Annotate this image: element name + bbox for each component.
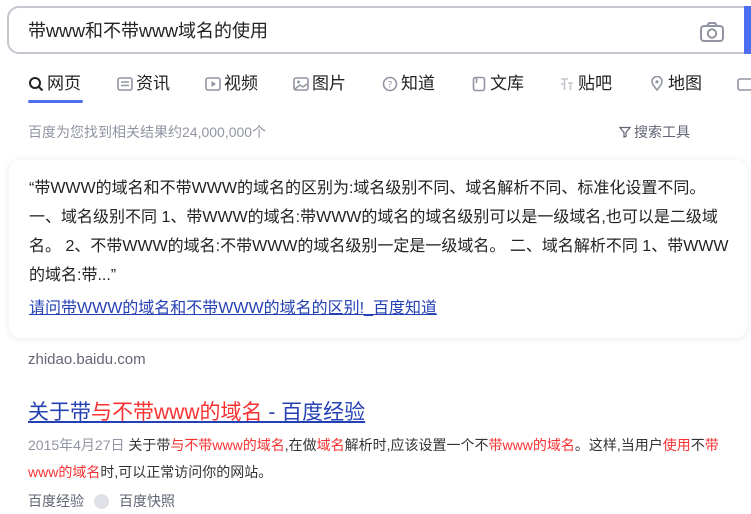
search-box[interactable]: 带www和不带www域名的使用 bbox=[7, 6, 751, 54]
result-date: 2015年4月27日 bbox=[28, 437, 125, 453]
result-abstract: 2015年4月27日 关于带与不带www的域名,在做域名解析时,应该设置一个不带… bbox=[28, 432, 748, 486]
image-icon bbox=[293, 77, 309, 91]
tab-zhidao[interactable]: ? 知道 bbox=[382, 70, 435, 98]
abstract-text: 解析时,应该设置一个不 bbox=[344, 437, 489, 453]
search-tools-button[interactable]: 搜索工具 bbox=[619, 122, 690, 142]
news-icon bbox=[117, 77, 133, 91]
abstract-highlight: 与不带www的域名 bbox=[170, 437, 285, 453]
verified-icon bbox=[94, 493, 109, 509]
tab-news[interactable]: 资讯 bbox=[117, 70, 170, 98]
tab-label: 知道 bbox=[401, 74, 435, 93]
result-source-row: 百度经验 百度快照 bbox=[28, 491, 175, 511]
abstract-text: 不 bbox=[690, 437, 705, 453]
answer-snippet: “带WWW的域名和不带WWW的域名的区别为:域名级别不同、域名解析不同、标准化设… bbox=[29, 180, 729, 284]
abstract-highlight: 域名 bbox=[316, 437, 345, 453]
result-count: 百度为您找到相关结果约24,000,000个 bbox=[28, 124, 267, 140]
search-input[interactable]: 带www和不带www域名的使用 bbox=[28, 19, 268, 43]
tab-map[interactable]: 地图 bbox=[649, 70, 702, 98]
tab-images[interactable]: 图片 bbox=[293, 70, 346, 98]
tab-label: 网页 bbox=[47, 74, 81, 93]
more-icon bbox=[737, 78, 751, 91]
abstract-text: 时,可以正常访问你的网站。 bbox=[100, 464, 273, 480]
tab-label: 文库 bbox=[490, 74, 524, 93]
tab-tieba[interactable]: 贴吧 bbox=[559, 70, 612, 98]
abstract-text: ,在做 bbox=[284, 437, 317, 453]
map-icon bbox=[651, 76, 663, 92]
video-icon bbox=[205, 77, 221, 91]
search-button[interactable] bbox=[744, 6, 751, 54]
question-icon: ? bbox=[382, 76, 398, 92]
abstract-text: 。这样,当用户 bbox=[574, 437, 663, 453]
abstract-text: 关于带 bbox=[124, 437, 171, 453]
tab-web[interactable]: 网页 bbox=[28, 70, 81, 98]
source-domain: zhidao.baidu.com bbox=[28, 351, 146, 368]
tab-label: 图片 bbox=[312, 74, 346, 93]
doc-icon bbox=[472, 76, 486, 92]
abstract-highlight: 使用 bbox=[662, 437, 691, 453]
result-source[interactable]: 百度经验 bbox=[28, 491, 84, 511]
title-highlight: 与不带www的域名 bbox=[91, 401, 263, 424]
title-text: 关于带 bbox=[28, 401, 91, 424]
tab-wenku[interactable]: 文库 bbox=[471, 70, 524, 98]
tab-label: 资讯 bbox=[136, 74, 170, 93]
abstract-highlight: 带www的域名 bbox=[488, 437, 575, 453]
search-tools-label: 搜索工具 bbox=[634, 124, 690, 140]
svg-text:?: ? bbox=[388, 81, 393, 91]
snapshot-link[interactable]: 百度快照 bbox=[119, 491, 175, 511]
tab-label: 视频 bbox=[224, 74, 258, 93]
active-tab-indicator bbox=[28, 100, 83, 103]
tab-label: 地图 bbox=[668, 74, 702, 93]
answer-source-link[interactable]: 请问带WWW的域名和不带WWW的域名的区别!_百度知道 bbox=[29, 294, 437, 318]
search-icon bbox=[29, 77, 44, 92]
answer-card: “带WWW的域名和不带WWW的域名的区别为:域名级别不同、域名解析不同、标准化设… bbox=[9, 160, 747, 338]
filter-icon bbox=[619, 126, 631, 138]
result-title-link[interactable]: 关于带与不带www的域名 - 百度经验 bbox=[28, 396, 365, 426]
tab-more[interactable] bbox=[737, 70, 751, 98]
tieba-icon bbox=[561, 78, 573, 90]
title-text: - 百度经验 bbox=[262, 401, 366, 424]
tab-label: 贴吧 bbox=[578, 74, 612, 93]
tab-video[interactable]: 视频 bbox=[205, 70, 258, 98]
camera-icon[interactable] bbox=[699, 21, 725, 43]
